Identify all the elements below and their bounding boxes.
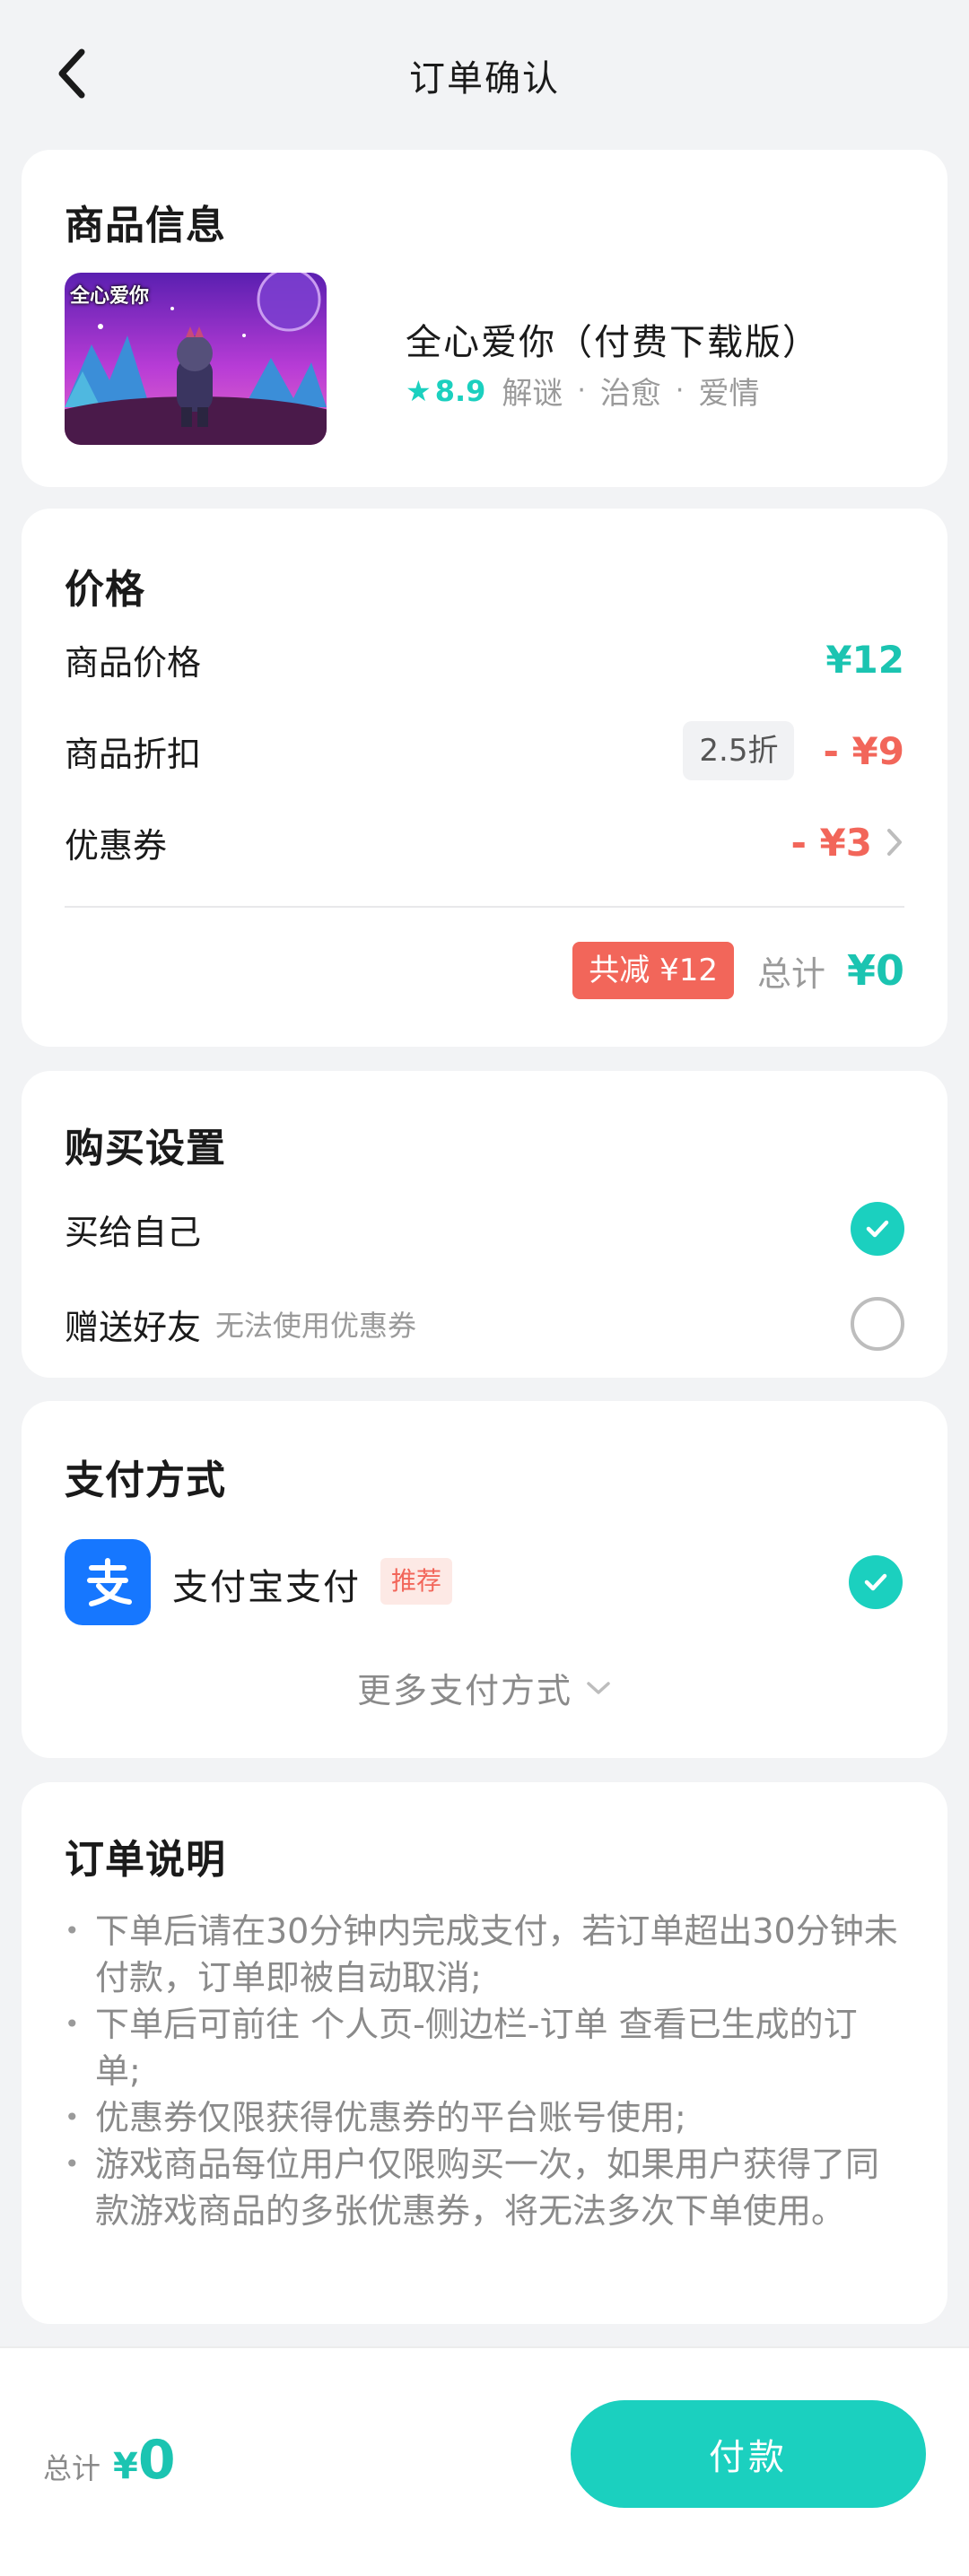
total-label: 总计	[756, 953, 825, 994]
bottom-total-label: 总计	[43, 2451, 101, 2485]
payment-method-card: 支付方式 支付宝支付 推荐 更多支付方式	[22, 1401, 947, 1758]
purchase-settings-card: 购买设置 买给自己 赠送好友 无法使用优惠券	[22, 1071, 947, 1378]
page-title: 订单确认	[409, 58, 560, 100]
product-tag: 爱情	[698, 376, 760, 412]
product-tag: 治愈	[599, 376, 661, 412]
top-nav-bar: 订单确认	[0, 0, 969, 148]
payment-method-name[interactable]: 支付宝支付	[172, 1558, 361, 1610]
notes-section-title: 订单说明	[65, 1837, 226, 1883]
tag-separator: ·	[577, 375, 586, 406]
buy-for-self-option[interactable]: 买给自己	[65, 1202, 904, 1256]
game-logo-text: 全心爱你	[70, 285, 150, 308]
product-tag: 解谜	[502, 376, 563, 412]
coupon-row[interactable]: 优惠券 - ¥3	[65, 815, 904, 869]
currency-symbol: ¥	[113, 2446, 138, 2487]
star-icon: ★	[406, 373, 432, 408]
buy-for-self-label: 买给自己	[65, 1212, 202, 1252]
item-price-label: 商品价格	[65, 642, 202, 683]
product-name: 全心爱你（付费下载版）	[406, 322, 820, 363]
price-total-row: 共减 ¥12 总计 ¥0	[572, 942, 904, 999]
coupon-label: 优惠券	[65, 825, 168, 866]
chevron-down-icon	[587, 1681, 610, 1694]
coupon-value: - ¥3	[790, 820, 872, 865]
total-value: ¥0	[846, 946, 904, 995]
pay-button[interactable]: 付款	[571, 2400, 926, 2508]
alipay-icon	[65, 1539, 151, 1625]
list-item: 下单后请在30分钟内完成支付，若订单超出30分钟未付款，订单即被自动取消;	[65, 1908, 903, 2001]
list-item: 优惠券仅限获得优惠券的平台账号使用;	[65, 2094, 903, 2141]
notes-list: 下单后请在30分钟内完成支付，若订单超出30分钟未付款，订单即被自动取消; 下单…	[65, 1908, 903, 2234]
gift-note: 无法使用优惠券	[215, 1309, 417, 1343]
more-payment-label: 更多支付方式	[356, 1671, 572, 1710]
product-section-title: 商品信息	[65, 203, 226, 248]
purchase-section-title: 购买设置	[65, 1126, 226, 1171]
check-icon	[866, 1220, 889, 1238]
radio-unselected[interactable]	[851, 1297, 904, 1351]
discount-rate-chip: 2.5折	[683, 721, 795, 780]
tag-separator: ·	[675, 375, 685, 406]
gift-friend-option[interactable]: 赠送好友 无法使用优惠券	[65, 1297, 904, 1351]
bottom-checkout-bar: 总计 ¥ 0 付款	[0, 2346, 969, 2576]
list-item: 游戏商品每位用户仅限购买一次，如果用户获得了同款游戏商品的多张优惠券，将无法多次…	[65, 2141, 903, 2234]
discount-label: 商品折扣	[65, 734, 202, 774]
more-payment-methods-button[interactable]: 更多支付方式	[22, 1663, 947, 1712]
gift-friend-label: 赠送好友	[65, 1307, 202, 1347]
radio-selected[interactable]	[851, 1202, 904, 1256]
product-info-card: 商品信息 全心爱你 全心爱你（付费下载版） ★ 8.9 解谜 · 治愈 · 爱情	[22, 150, 947, 487]
order-notes-card: 订单说明 下单后请在30分钟内完成支付，若订单超出30分钟未付款，订单即被自动取…	[22, 1782, 947, 2324]
saving-badge: 共减 ¥12	[572, 942, 734, 999]
discount-row: 商品折扣 2.5折 - ¥9	[65, 721, 904, 780]
price-section-title: 价格	[65, 567, 145, 613]
bottom-total: 总计 ¥ 0	[43, 2429, 176, 2492]
order-confirm-page: 订单确认 商品信息 全心爱你 全心爱你（付费下载版） ★ 8.9 解谜 · 治愈…	[0, 0, 969, 2576]
recommend-badge: 推荐	[380, 1558, 453, 1605]
price-card: 价格 商品价格 ¥12 商品折扣 2.5折 - ¥9 优惠券 - ¥3 共减 ¥…	[22, 509, 947, 1047]
bottom-total-amount: 0	[137, 2429, 176, 2492]
radio-selected[interactable]	[849, 1555, 903, 1609]
product-thumbnail[interactable]: 全心爱你	[65, 273, 327, 445]
chevron-right-icon	[887, 829, 902, 856]
check-icon	[864, 1573, 887, 1591]
product-meta: ★ 8.9 解谜 · 治愈 · 爱情	[406, 369, 759, 413]
item-price-value: ¥12	[825, 637, 904, 682]
discount-value: - ¥9	[823, 728, 904, 773]
product-rating: 8.9	[434, 373, 486, 408]
payment-section-title: 支付方式	[65, 1458, 226, 1503]
item-price-row: 商品价格 ¥12	[65, 632, 904, 686]
list-item: 下单后可前往 个人页-侧边栏-订单 查看已生成的订单;	[65, 2001, 903, 2094]
divider	[65, 906, 904, 908]
